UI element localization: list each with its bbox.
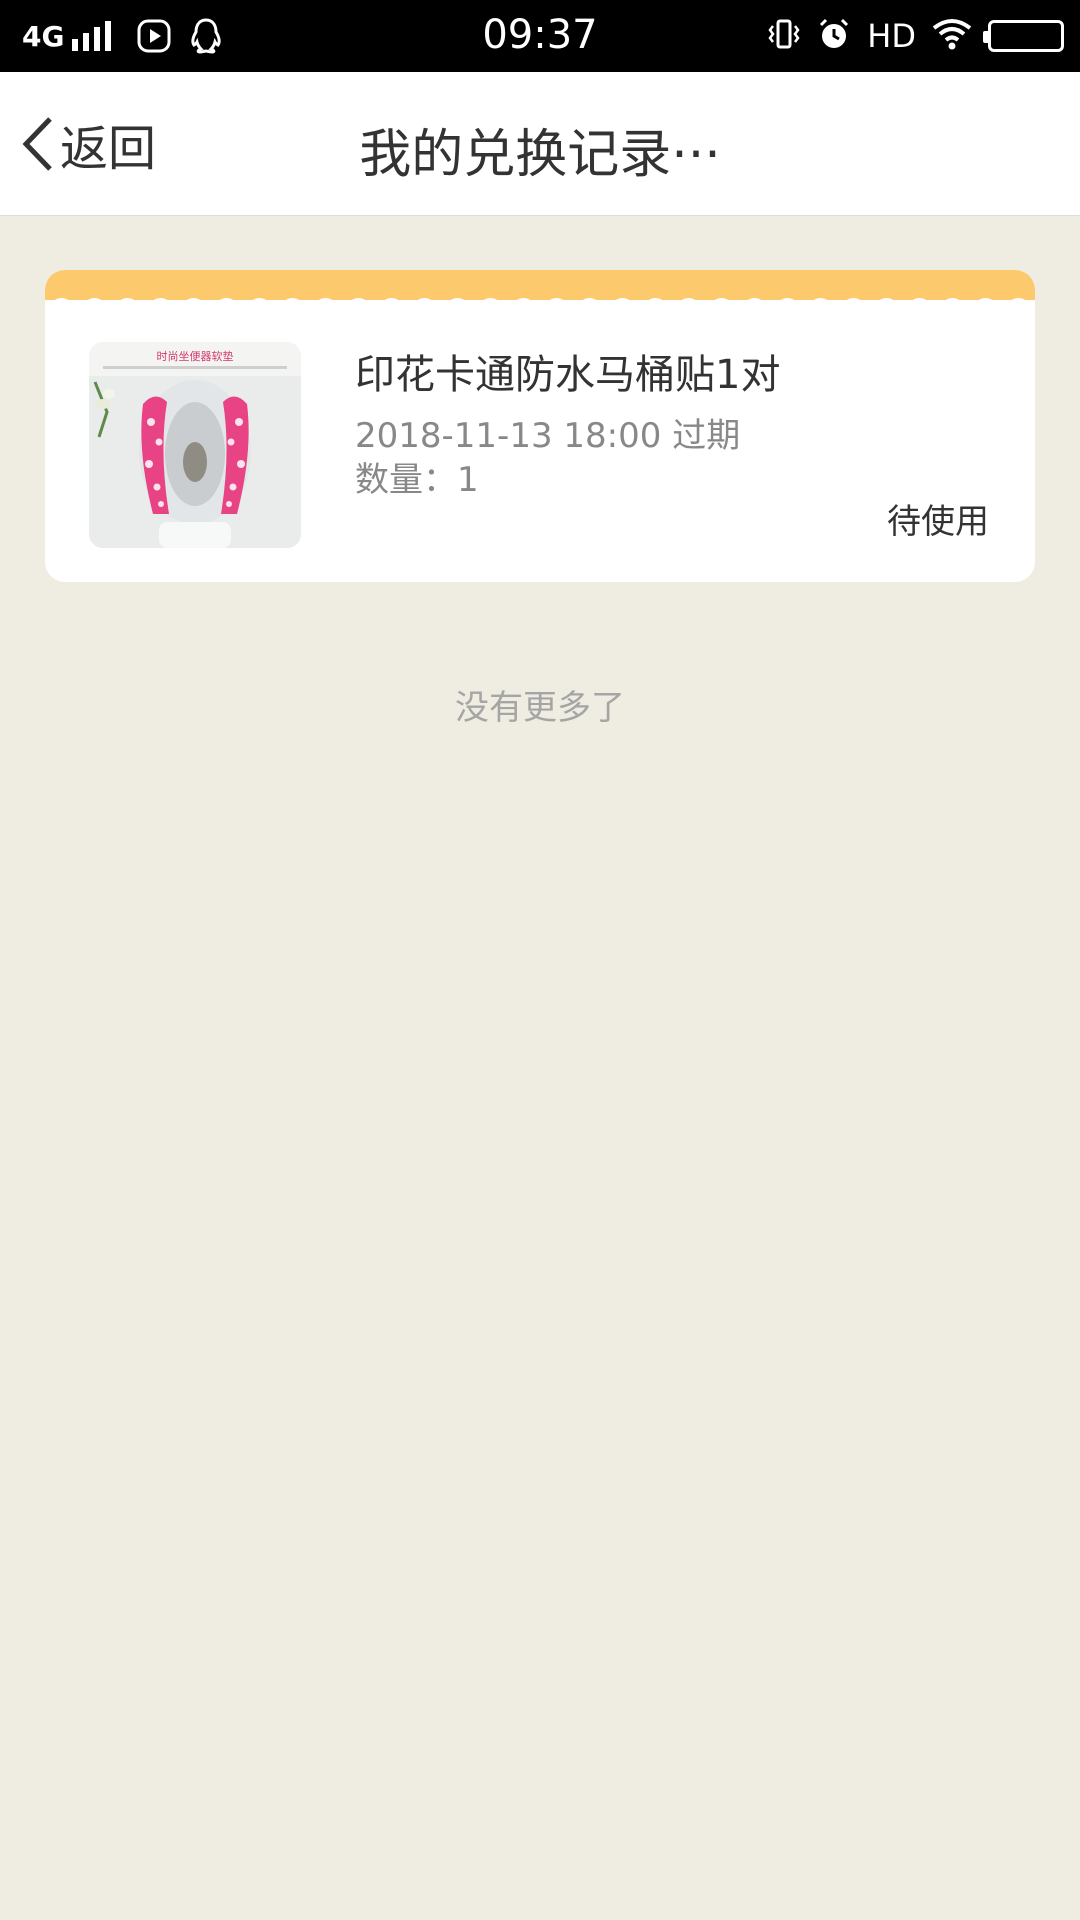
hd-indicator: HD	[867, 17, 916, 55]
status-bar: 4G 09:37 HD	[0, 0, 1080, 72]
network-type: 4G	[22, 19, 65, 53]
chevron-left-icon	[22, 117, 52, 171]
battery-icon	[983, 20, 1064, 52]
vibrate-icon	[767, 17, 801, 55]
alarm-icon	[817, 17, 851, 55]
wifi-icon	[932, 18, 972, 54]
page-title: 我的兑换记录···	[359, 125, 721, 185]
video-play-icon	[137, 19, 171, 53]
product-image-caption: 时尚坐便器软垫	[157, 349, 234, 363]
expiry-time: 2018-11-13 18:00 过期	[355, 416, 741, 456]
redemption-record-card[interactable]: 时尚坐便器软垫 印花卡通防水马桶贴1对 2018-11-13 18:00 过期 …	[45, 270, 1035, 582]
signal-icon	[72, 21, 112, 51]
no-more-indicator: 没有更多了	[455, 688, 625, 728]
quantity-row: 数量：1	[355, 452, 479, 501]
card-scallop-edge	[45, 298, 1035, 310]
status-left: 4G	[22, 16, 241, 56]
nav-bar: 返回 我的兑换记录···	[0, 72, 1080, 216]
product-image: 时尚坐便器软垫	[89, 342, 301, 548]
product-name: 印花卡通防水马桶贴1对	[355, 352, 781, 398]
status-right: HD	[751, 14, 1064, 58]
back-label: 返回	[60, 121, 157, 177]
quantity-label: 数量：	[355, 460, 457, 500]
quantity-value: 1	[457, 460, 479, 500]
status-badge: 待使用	[887, 502, 989, 542]
qq-icon	[189, 18, 223, 54]
back-button[interactable]: 返回	[20, 112, 157, 177]
